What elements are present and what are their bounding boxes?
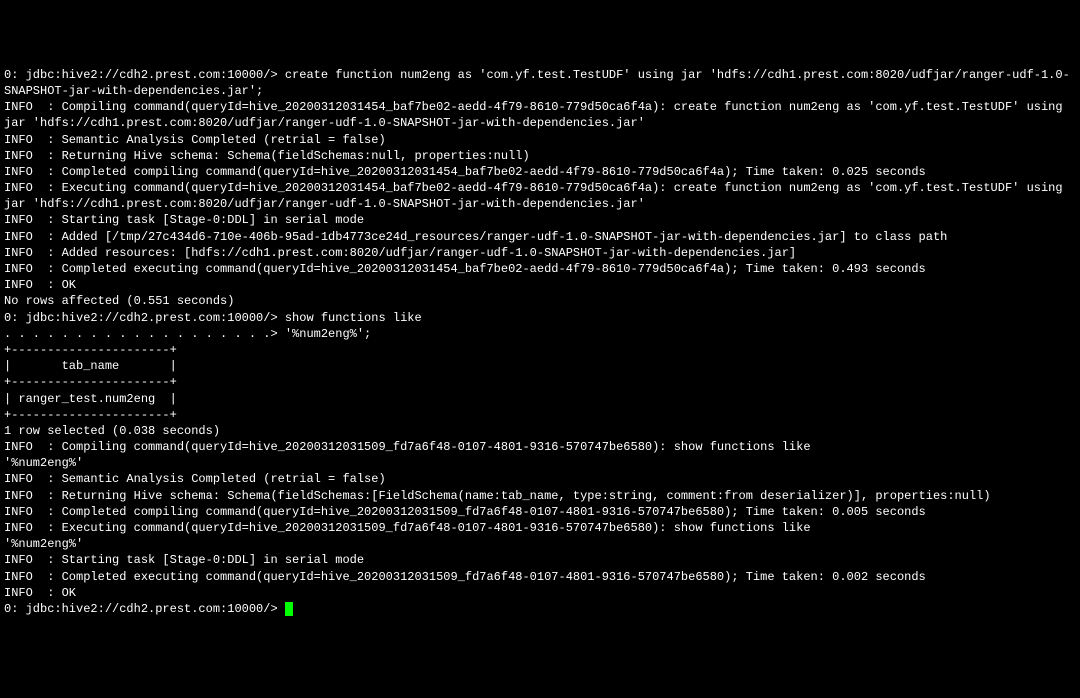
terminal-line: +----------------------+ (4, 407, 1076, 423)
terminal-line: INFO : Returning Hive schema: Schema(fie… (4, 148, 1076, 164)
terminal-line: INFO : Executing command(queryId=hive_20… (4, 180, 1076, 212)
terminal-line: INFO : Added [/tmp/27c434d6-710e-406b-95… (4, 229, 1076, 245)
terminal-output[interactable]: 0: jdbc:hive2://cdh2.prest.com:10000/> c… (4, 67, 1076, 617)
terminal-line: '%num2eng%' (4, 455, 1076, 471)
terminal-line: INFO : OK (4, 585, 1076, 601)
terminal-line: INFO : Added resources: [hdfs://cdh1.pre… (4, 245, 1076, 261)
terminal-line: No rows affected (0.551 seconds) (4, 293, 1076, 309)
terminal-line: | ranger_test.num2eng | (4, 391, 1076, 407)
terminal-line: 1 row selected (0.038 seconds) (4, 423, 1076, 439)
terminal-line: . . . . . . . . . . . . . . . . . . .> '… (4, 326, 1076, 342)
terminal-line: 0: jdbc:hive2://cdh2.prest.com:10000/> c… (4, 67, 1076, 99)
terminal-line: INFO : Returning Hive schema: Schema(fie… (4, 488, 1076, 504)
terminal-line: INFO : Executing command(queryId=hive_20… (4, 520, 1076, 536)
terminal-line: +----------------------+ (4, 374, 1076, 390)
terminal-line: 0: jdbc:hive2://cdh2.prest.com:10000/> (4, 601, 1076, 617)
terminal-line: INFO : Starting task [Stage-0:DDL] in se… (4, 212, 1076, 228)
terminal-line: +----------------------+ (4, 342, 1076, 358)
terminal-line: INFO : OK (4, 277, 1076, 293)
terminal-line: INFO : Completed compiling command(query… (4, 504, 1076, 520)
terminal-line: | tab_name | (4, 358, 1076, 374)
terminal-line: INFO : Completed compiling command(query… (4, 164, 1076, 180)
terminal-line: INFO : Compiling command(queryId=hive_20… (4, 439, 1076, 455)
terminal-line: INFO : Compiling command(queryId=hive_20… (4, 99, 1076, 131)
terminal-line: INFO : Starting task [Stage-0:DDL] in se… (4, 552, 1076, 568)
terminal-line: INFO : Semantic Analysis Completed (retr… (4, 471, 1076, 487)
terminal-line: 0: jdbc:hive2://cdh2.prest.com:10000/> s… (4, 310, 1076, 326)
cursor (285, 602, 293, 616)
terminal-line: INFO : Semantic Analysis Completed (retr… (4, 132, 1076, 148)
terminal-line: INFO : Completed executing command(query… (4, 569, 1076, 585)
terminal-line: INFO : Completed executing command(query… (4, 261, 1076, 277)
terminal-line: '%num2eng%' (4, 536, 1076, 552)
